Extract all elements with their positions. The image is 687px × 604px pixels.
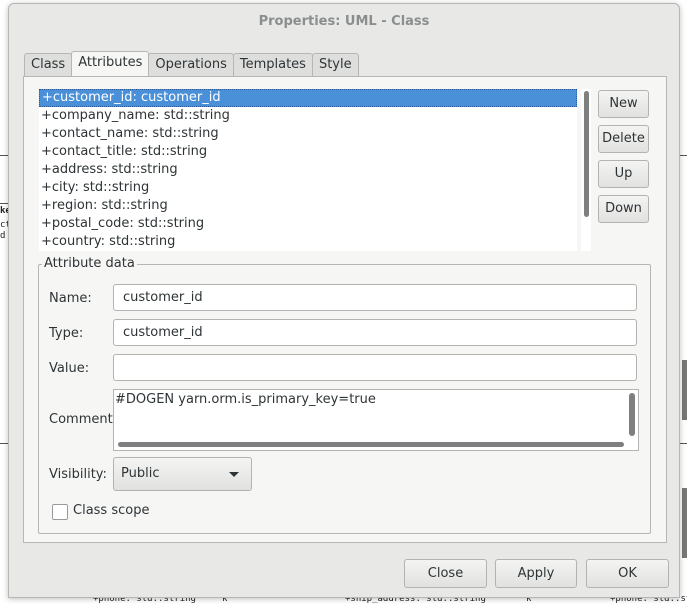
delete-button[interactable]: Delete — [598, 125, 649, 153]
chevron-down-icon — [229, 472, 239, 477]
frame-title: Attribute data — [42, 256, 137, 272]
tab-style[interactable]: Style — [311, 53, 359, 76]
visibility-label: Visibility: — [49, 467, 107, 482]
tab-bar: Class Attributes Operations Templates St… — [24, 51, 359, 77]
scrollbar-thumb[interactable] — [118, 442, 624, 447]
type-field[interactable]: customer_id — [113, 319, 637, 346]
apply-button[interactable]: Apply — [495, 559, 577, 588]
tab-operations[interactable]: Operations — [148, 53, 234, 76]
attribute-data-frame: Attribute data Name: customer_id Type: c… — [38, 256, 651, 534]
comment-horizontal-scrollbar[interactable] — [115, 439, 626, 449]
scrollbar-thumb[interactable] — [584, 91, 589, 217]
list-item[interactable]: +contact_name: std::string — [39, 125, 577, 143]
tab-templates[interactable]: Templates — [232, 53, 313, 76]
close-button[interactable]: Close — [404, 559, 487, 588]
comment-vertical-scrollbar[interactable] — [627, 391, 637, 438]
value-field[interactable] — [113, 354, 637, 381]
value-label: Value: — [49, 361, 90, 376]
list-item[interactable]: +postal_code: std::string — [39, 215, 577, 233]
name-label: Name: — [49, 291, 92, 306]
diagram-line — [682, 360, 687, 420]
attribute-list[interactable]: +customer_id: customer_id +company_name:… — [39, 89, 577, 251]
tab-attributes[interactable]: Attributes — [71, 51, 150, 76]
down-button[interactable]: Down — [598, 195, 649, 223]
list-item[interactable]: +city: std::string — [39, 179, 577, 197]
type-label: Type: — [49, 326, 84, 341]
visibility-select[interactable]: Public — [113, 457, 252, 491]
properties-dialog: Properties: UML - Class Class Attributes… — [8, 3, 680, 598]
list-item[interactable]: +customer_id: customer_id — [39, 89, 577, 107]
diagram-line — [680, 155, 687, 156]
scrollbar-thumb[interactable] — [629, 393, 635, 436]
dialog-title[interactable]: Properties: UML - Class — [9, 4, 679, 40]
attribute-list-scrollbar[interactable] — [581, 89, 591, 251]
tab-class[interactable]: Class — [24, 53, 73, 76]
diagram-line — [680, 443, 687, 444]
diagram-text: d — [0, 231, 6, 241]
name-field[interactable]: customer_id — [113, 284, 637, 311]
list-item[interactable]: +country: std::string — [39, 233, 577, 251]
list-item[interactable]: +contact_title: std::string — [39, 143, 577, 161]
list-item[interactable]: +region: std::string — [39, 197, 577, 215]
comment-label: Comment: — [49, 412, 118, 427]
visibility-value: Public — [121, 466, 160, 481]
comment-textarea[interactable]: #DOGEN yarn.orm.is_primary_key=true — [113, 389, 639, 451]
ok-button[interactable]: OK — [586, 559, 669, 588]
comment-text: #DOGEN yarn.orm.is_primary_key=true — [115, 392, 376, 407]
list-item[interactable]: +address: std::string — [39, 161, 577, 179]
diagram-line — [682, 488, 687, 558]
class-scope-checkbox[interactable] — [52, 504, 68, 520]
new-button[interactable]: New — [598, 90, 649, 118]
list-item[interactable]: +company_name: std::string — [39, 107, 577, 125]
class-scope-label[interactable]: Class scope — [73, 503, 149, 518]
attributes-panel: +customer_id: customer_id +company_name:… — [23, 76, 667, 543]
up-button[interactable]: Up — [598, 160, 649, 188]
